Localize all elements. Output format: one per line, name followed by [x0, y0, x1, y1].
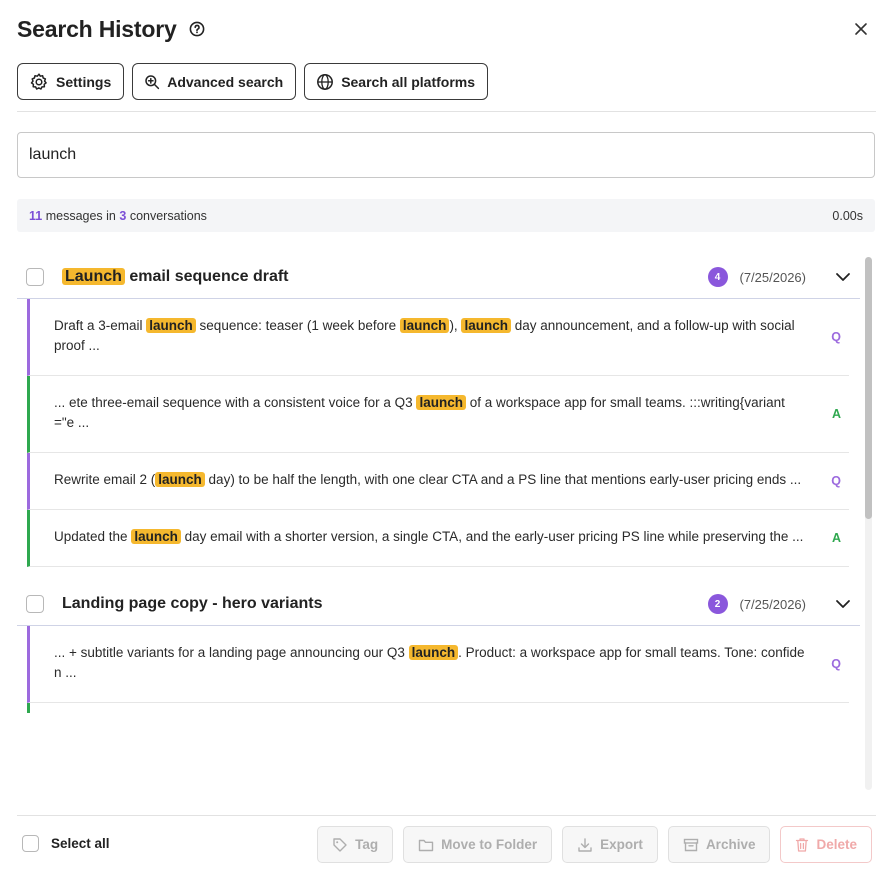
- conversation-header[interactable]: Launch email sequence draft 4 (7/25/2026…: [17, 255, 860, 299]
- select-all-label: Select all: [51, 836, 110, 851]
- bulk-actions-bar: Select all Tag Move to Folder Export Arc…: [17, 815, 876, 876]
- conversation-checkbox[interactable]: [26, 594, 44, 613]
- match-highlight: launch: [461, 318, 511, 333]
- message-snippet: ... ete three-email sequence with a cons…: [54, 393, 805, 433]
- tag-button[interactable]: Tag: [317, 826, 394, 863]
- message-result[interactable]: ... + subtitle variants for a landing pa…: [27, 626, 849, 703]
- match-highlight: launch: [146, 318, 196, 333]
- conversation-date: (7/25/2026): [739, 269, 807, 285]
- archive-button[interactable]: Archive: [667, 826, 771, 863]
- message-snippet: Draft a 3-email launch sequence: teaser …: [54, 316, 805, 356]
- snippet-text: ... + subtitle variants for a landing pa…: [54, 645, 409, 660]
- select-all-checkbox[interactable]: [22, 835, 39, 852]
- snippet-text: Rewrite email 2 (: [54, 472, 156, 487]
- title-text: email sequence draft: [124, 267, 289, 285]
- results-count: 11 messages in 3 conversations: [29, 209, 207, 223]
- match-highlight: launch: [131, 529, 181, 544]
- close-button[interactable]: [846, 14, 876, 44]
- conversation-header[interactable]: Landing page copy - hero variants 2 (7/2…: [17, 582, 860, 626]
- snippet-text: ),: [449, 318, 462, 333]
- scrollbar-thumb[interactable]: [865, 257, 872, 519]
- search-input[interactable]: [29, 146, 863, 164]
- delete-label: Delete: [816, 837, 857, 852]
- role-indicator: Q: [831, 657, 841, 671]
- toolbar: Settings Advanced search Search all plat…: [17, 63, 489, 100]
- conversation-meta: 2 (7/25/2026): [707, 582, 853, 626]
- conversation-date: (7/25/2026): [739, 596, 807, 612]
- gear-icon: [30, 72, 47, 90]
- tag-label: Tag: [355, 837, 379, 852]
- results-list[interactable]: Launch email sequence draft 4 (7/25/2026…: [17, 255, 875, 792]
- role-indicator: A: [831, 531, 841, 545]
- match-count-badge: 2: [707, 594, 728, 614]
- snippet-text: sequence: teaser (1 week before: [195, 318, 400, 333]
- header: Search History: [17, 12, 876, 46]
- match-highlight: launch: [416, 395, 466, 410]
- advanced-search-button[interactable]: Advanced search: [132, 63, 297, 100]
- search-time: 0.00s: [832, 208, 863, 223]
- results-summary: 11 messages in 3 conversations 0.00s: [17, 199, 875, 232]
- snippet-text: day) to be half the length, with one cle…: [204, 472, 802, 487]
- conversation-meta: 4 (7/25/2026): [707, 255, 853, 299]
- bulk-actions: Tag Move to Folder Export Archive Delete: [317, 826, 872, 863]
- match-highlight: launch: [408, 645, 459, 660]
- messages-word: messages in: [45, 208, 116, 223]
- role-indicator: A: [831, 407, 841, 421]
- conversation-group: Landing page copy - hero variants 2 (7/2…: [17, 582, 875, 713]
- export-label: Export: [600, 837, 643, 852]
- message-snippet: ... + subtitle variants for a landing pa…: [54, 643, 805, 683]
- conversation-group: Launch email sequence draft 4 (7/25/2026…: [17, 255, 875, 567]
- snippet-text: day email with a shorter version, a sing…: [180, 529, 804, 544]
- search-field[interactable]: [17, 132, 875, 178]
- download-icon: [578, 837, 592, 852]
- snippet-text: ... ete three-email sequence with a cons…: [54, 395, 417, 410]
- settings-button[interactable]: Settings: [17, 63, 125, 100]
- trash-icon: [796, 837, 809, 852]
- close-icon: [855, 23, 867, 35]
- message-snippet: Rewrite email 2 (launch day) to be half …: [54, 470, 805, 490]
- conversation-title: Landing page copy - hero variants: [62, 594, 323, 612]
- conversation-count: 3: [119, 208, 127, 223]
- message-result[interactable]: Updated the launch day email with a shor…: [27, 510, 849, 567]
- move-to-folder-button[interactable]: Move to Folder: [403, 826, 553, 863]
- delete-button[interactable]: Delete: [780, 826, 872, 863]
- conversation-title: Launch email sequence draft: [62, 267, 289, 286]
- message-snippet: Updated the launch day email with a shor…: [54, 527, 805, 547]
- search-all-platforms-label: Search all platforms: [341, 73, 476, 90]
- message-count: 11: [29, 208, 43, 223]
- role-indicator: Q: [831, 474, 841, 488]
- advanced-search-label: Advanced search: [167, 73, 284, 90]
- message-result[interactable]: ... ete three-email sequence with a cons…: [27, 376, 849, 453]
- zoom-in-icon: [145, 74, 160, 89]
- title-highlight: Launch: [62, 267, 125, 285]
- snippet-text: Draft a 3-email: [54, 318, 147, 333]
- message-result[interactable]: Draft a 3-email launch sequence: teaser …: [27, 299, 849, 376]
- chevron-down-icon[interactable]: [834, 595, 852, 613]
- search-all-platforms-button[interactable]: Search all platforms: [304, 63, 489, 100]
- message-list: Draft a 3-email launch sequence: teaser …: [17, 299, 875, 567]
- role-indicator: Q: [831, 330, 841, 344]
- export-button[interactable]: Export: [562, 826, 658, 863]
- page-title: Search History: [17, 15, 177, 42]
- folder-icon: [418, 839, 434, 851]
- message-result[interactable]: Rewrite email 2 (launch day) to be half …: [27, 453, 849, 510]
- settings-label: Settings: [56, 73, 112, 90]
- archive-label: Archive: [705, 837, 756, 852]
- next-message-edge: [27, 703, 30, 713]
- tag-icon: [333, 837, 347, 852]
- conversation-checkbox[interactable]: [26, 267, 44, 286]
- help-circle-icon[interactable]: [189, 21, 205, 37]
- move-to-folder-label: Move to Folder: [441, 837, 538, 852]
- chevron-down-icon[interactable]: [834, 268, 852, 286]
- snippet-text: Updated the: [54, 529, 132, 544]
- match-count-badge: 4: [707, 267, 728, 287]
- message-list: ... + subtitle variants for a landing pa…: [17, 626, 875, 703]
- archive-icon: [683, 838, 699, 851]
- match-highlight: launch: [155, 472, 205, 487]
- globe-icon: [317, 73, 334, 90]
- conversations-word: conversations: [129, 208, 207, 223]
- match-highlight: launch: [399, 318, 450, 333]
- header-divider: [17, 111, 876, 112]
- select-all[interactable]: Select all: [22, 835, 110, 852]
